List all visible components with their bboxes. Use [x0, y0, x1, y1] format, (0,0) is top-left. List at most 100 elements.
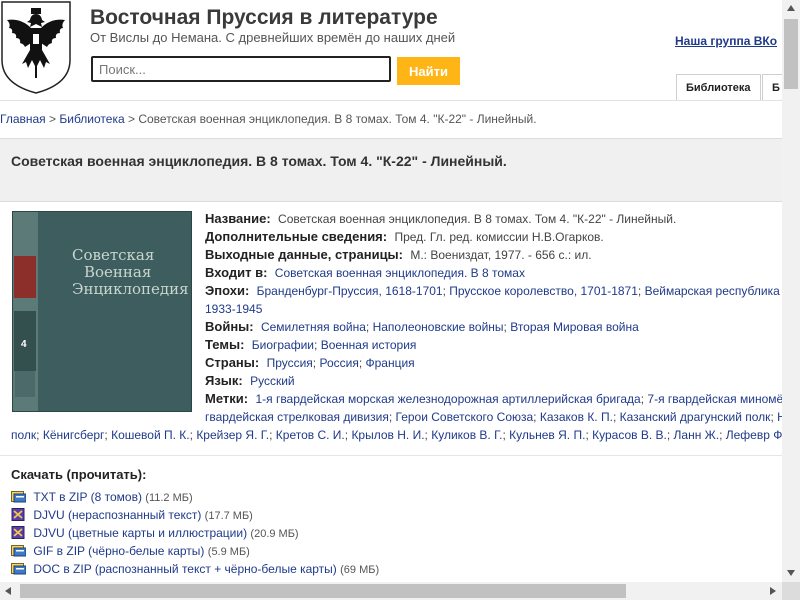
- tag-link[interactable]: Крылов Н. И.: [351, 428, 424, 442]
- field-label: Страны:: [205, 355, 260, 370]
- download-item: DOC в ZIP (распознанный текст + чёрно-бе…: [11, 562, 379, 576]
- country-link[interactable]: Франция: [366, 356, 415, 370]
- header-divider: [0, 100, 782, 101]
- breadcrumb-separator: >: [49, 112, 57, 126]
- field-wars: Войны: Семилетняя война; Наполеоновские …: [205, 319, 639, 334]
- field-part-of: Входит в: Советская военная энциклопедия…: [205, 265, 525, 280]
- field-label: Выходные данные, страницы:: [205, 247, 403, 262]
- tags-line-2: гвардейская стрелковая дивизия; Герои Со…: [205, 410, 782, 424]
- download-size: (17.7 МБ): [204, 510, 253, 522]
- site-logo[interactable]: [0, 0, 72, 94]
- cover-title-line: Военная: [84, 263, 152, 281]
- page-title: Советская военная энциклопедия. В 8 тома…: [11, 153, 507, 169]
- field-label: Дополнительные сведения:: [205, 229, 388, 244]
- scroll-right-arrow-icon[interactable]: [770, 587, 776, 595]
- field-value: М.: Воениздат, 1977. - 656 с.: ил.: [410, 248, 592, 262]
- tag-link[interactable]: Кёнигсберг: [43, 428, 105, 442]
- tag-link[interactable]: Герои Советского Союза: [396, 410, 534, 424]
- zip-icon: [11, 491, 26, 503]
- country-link[interactable]: Россия: [319, 356, 358, 370]
- tag-link[interactable]: 7-я гвардейская миномё: [647, 392, 782, 406]
- tag-link[interactable]: гвардейская стрелковая дивизия: [205, 410, 389, 424]
- field-name: Название: Советская военная энциклопедия…: [205, 211, 676, 226]
- field-themes: Темы: Биографии; Военная история: [205, 337, 417, 352]
- theme-link[interactable]: Военная история: [321, 338, 417, 352]
- vk-group-link[interactable]: Наша группа ВКо: [675, 34, 777, 48]
- breadcrumb-library[interactable]: Библиотека: [59, 112, 124, 126]
- download-size: (20.9 МБ): [250, 528, 299, 540]
- download-link[interactable]: DJVU (нераспознанный текст): [33, 508, 201, 522]
- downloads-title: Скачать (прочитать):: [11, 467, 147, 482]
- field-epochs: Эпохи: Бранденбург-Пруссия, 1618-1701; П…: [205, 283, 780, 298]
- field-label: Темы:: [205, 337, 245, 352]
- field-value: Пред. Гл. ред. комиссии Н.В.Огарков.: [394, 230, 604, 244]
- cover-title-line: Советская: [72, 246, 155, 264]
- field-label: Войны:: [205, 319, 254, 334]
- scrollbar-corner: [782, 582, 800, 600]
- tag-link[interactable]: 1-я гвардейская морская железнодорожная …: [255, 392, 640, 406]
- country-link[interactable]: Пруссия: [267, 356, 313, 370]
- download-item: DJVU (нераспознанный текст) (17.7 МБ): [11, 508, 253, 522]
- breadcrumb-home[interactable]: Главная: [0, 112, 46, 126]
- download-item: TXT в ZIP (8 томов) (11.2 МБ): [11, 490, 193, 504]
- field-language: Язык: Русский: [205, 373, 295, 388]
- book-cover-image: [12, 211, 192, 412]
- search-input[interactable]: [91, 56, 391, 82]
- field-label: Язык:: [205, 373, 243, 388]
- field-countries: Страны: Пруссия; Россия; Франция: [205, 355, 415, 370]
- scroll-up-arrow-icon[interactable]: [787, 5, 795, 11]
- tag-link[interactable]: полк: [11, 428, 36, 442]
- tag-link[interactable]: Ланн Ж.: [674, 428, 720, 442]
- epoch-link[interactable]: 1933-1945: [205, 302, 262, 316]
- tag-link[interactable]: Кульнев Я. П.: [509, 428, 585, 442]
- tag-link[interactable]: Казанский драгунский полк: [620, 410, 771, 424]
- tag-link[interactable]: Куликов В. Г.: [431, 428, 502, 442]
- download-link[interactable]: GIF в ZIP (чёрно-белые карты): [33, 544, 204, 558]
- tab-second[interactable]: Б: [762, 74, 782, 100]
- tag-link[interactable]: Лефевр Ф: [726, 428, 782, 442]
- tag-link[interactable]: Казаков К. П.: [540, 410, 613, 424]
- war-link[interactable]: Семилетняя война: [261, 320, 366, 334]
- field-tags: Метки: 1-я гвардейская морская железнодо…: [205, 391, 782, 406]
- cover-title: Советская Военная Энциклопедия: [72, 247, 189, 298]
- search-button[interactable]: Найти: [397, 57, 460, 85]
- download-link[interactable]: DOC в ZIP (распознанный текст + чёрно-бе…: [33, 562, 336, 576]
- cover-spine-number: 4: [21, 339, 27, 350]
- site-title[interactable]: Восточная Пруссия в литературе: [90, 6, 438, 30]
- download-link[interactable]: DJVU (цветные карты и иллюстрации): [33, 526, 247, 540]
- field-extra: Дополнительные сведения: Пред. Гл. ред. …: [205, 229, 604, 244]
- download-link[interactable]: TXT в ZIP (8 томов): [33, 490, 142, 504]
- breadcrumb: Главная > Библиотека > Советская военная…: [0, 112, 537, 126]
- war-link[interactable]: Наполеоновские войны: [373, 320, 504, 334]
- horizontal-scroll-thumb[interactable]: [20, 584, 626, 598]
- tab-library[interactable]: Библиотека: [676, 74, 761, 100]
- download-item: DJVU (цветные карты и иллюстрации) (20.9…: [11, 526, 299, 540]
- site-subtitle: От Вислы до Немана. С древнейших времён …: [90, 30, 456, 45]
- zip-icon: [11, 563, 26, 575]
- scroll-down-arrow-icon[interactable]: [787, 570, 795, 576]
- vertical-scroll-thumb[interactable]: [784, 19, 798, 89]
- scroll-left-arrow-icon[interactable]: [5, 587, 11, 595]
- tag-link[interactable]: Кретов С. И.: [276, 428, 345, 442]
- part-of-link[interactable]: Советская военная энциклопедия. В 8 тома…: [275, 266, 525, 280]
- tags-line-3: полк; Кёнигсберг; Кошевой П. К.; Крейзер…: [11, 428, 782, 442]
- page-viewport: Восточная Пруссия в литературе От Вислы …: [0, 0, 782, 582]
- breadcrumb-current: Советская военная энциклопедия. В 8 тома…: [138, 112, 537, 126]
- field-value: Советская военная энциклопедия. В 8 тома…: [278, 212, 677, 226]
- tag-link[interactable]: Кошевой П. К.: [111, 428, 190, 442]
- tag-link[interactable]: Курасов В. В.: [592, 428, 667, 442]
- language-link[interactable]: Русский: [250, 374, 295, 388]
- download-size: (11.2 МБ): [145, 492, 193, 504]
- epoch-link[interactable]: Бранденбург-Пруссия, 1618-1701: [257, 284, 443, 298]
- field-imprint: Выходные данные, страницы: М.: Воениздат…: [205, 247, 592, 262]
- epoch-link[interactable]: Прусское королевство, 1701-1871: [449, 284, 638, 298]
- eagle-logo-icon: [1, 1, 71, 94]
- war-link[interactable]: Вторая Мировая война: [510, 320, 639, 334]
- breadcrumb-separator: >: [127, 112, 135, 126]
- epoch-link[interactable]: Веймарская республика: [645, 284, 780, 298]
- book-cover[interactable]: Советская Военная Энциклопедия 4: [12, 211, 192, 412]
- download-size: (5.9 МБ): [207, 546, 250, 558]
- tag-link[interactable]: Крейзер Я. Г.: [196, 428, 269, 442]
- theme-link[interactable]: Биографии: [252, 338, 314, 352]
- zip-icon: [11, 545, 26, 557]
